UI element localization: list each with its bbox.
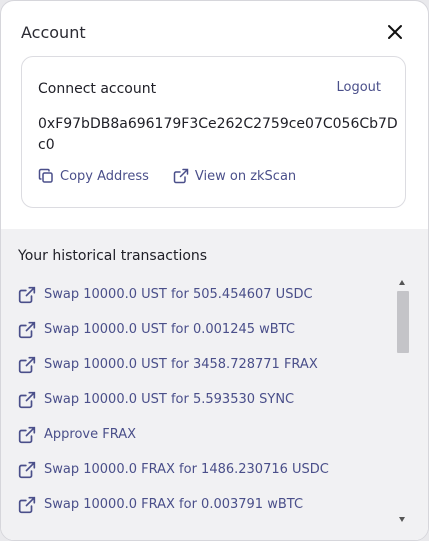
transaction-label: Swap 10000.0 FRAX for 0.003791 wBTC	[44, 497, 304, 512]
transaction-history: Your historical transactions Swap 10000.…	[1, 229, 428, 540]
modal-title: Account	[21, 23, 86, 42]
connect-account-label: Connect account	[38, 81, 157, 97]
transaction-item[interactable]: Swap 10000.0 UST for 3458.728771 FRAX	[18, 347, 390, 382]
account-card: Connect account Logout 0xF97bDB8a696179F…	[21, 56, 406, 208]
scroll-down-arrow-icon[interactable]	[399, 517, 405, 522]
external-link-icon	[18, 461, 36, 478]
history-scrollbar[interactable]	[395, 277, 410, 525]
copy-icon	[38, 168, 53, 183]
transaction-label: Approve FRAX	[44, 427, 137, 442]
view-on-zkscan-label: View on zkScan	[194, 168, 297, 184]
transaction-label: Swap 10000.0 UST for 0.001245 wBTC	[44, 322, 295, 337]
transaction-label: Swap 10000.0 UST for 505.454607 USDC	[44, 287, 313, 302]
copy-address-button[interactable]: Copy Address	[38, 168, 149, 184]
close-icon	[388, 25, 402, 39]
transaction-label: Swap 10000.0 UST for 3458.728771 FRAX	[44, 357, 318, 372]
wallet-address: 0xF97bDB8a696179F3Ce262C2759ce07C056Cb7D…	[38, 116, 398, 153]
external-link-icon	[18, 426, 36, 443]
external-link-icon	[18, 391, 36, 408]
external-link-icon	[18, 286, 36, 303]
transaction-label: Swap 10000.0 UST for 5.593530 SYNC	[44, 392, 295, 407]
transaction-item[interactable]: Approve FRAX	[18, 417, 390, 452]
transaction-item[interactable]: Swap 10000.0 FRAX for 0.003791 wBTC	[18, 487, 390, 522]
scroll-up-arrow-icon[interactable]	[399, 280, 405, 285]
external-link-icon	[18, 356, 36, 373]
logout-button[interactable]: Logout	[336, 80, 381, 95]
external-link-icon	[173, 168, 189, 184]
copy-address-label: Copy Address	[60, 168, 149, 184]
transaction-item[interactable]: Swap 10000.0 UST for 505.454607 USDC	[18, 277, 390, 312]
external-link-icon	[18, 321, 36, 338]
external-link-icon	[18, 496, 36, 513]
transaction-list: Swap 10000.0 UST for 505.454607 USDC Swa…	[18, 277, 390, 527]
history-title: Your historical transactions	[18, 248, 208, 264]
transaction-item[interactable]: Swap 10000.0 UST for 0.001245 wBTC	[18, 312, 390, 347]
scroll-thumb[interactable]	[397, 291, 409, 353]
transaction-item[interactable]: Swap 10000.0 UST for 5.593530 SYNC	[18, 382, 390, 417]
view-on-zkscan-link[interactable]: View on zkScan	[173, 168, 296, 184]
transaction-label: Swap 10000.0 FRAX for 1486.230716 USDC	[44, 462, 329, 477]
close-button[interactable]	[385, 22, 405, 42]
account-actions: Copy Address View on zkScan	[38, 168, 296, 184]
transaction-item[interactable]: Swap 10000.0 FRAX for 1486.230716 USDC	[18, 452, 390, 487]
account-modal: Account Connect account Logout 0xF97bDB8…	[0, 0, 429, 541]
